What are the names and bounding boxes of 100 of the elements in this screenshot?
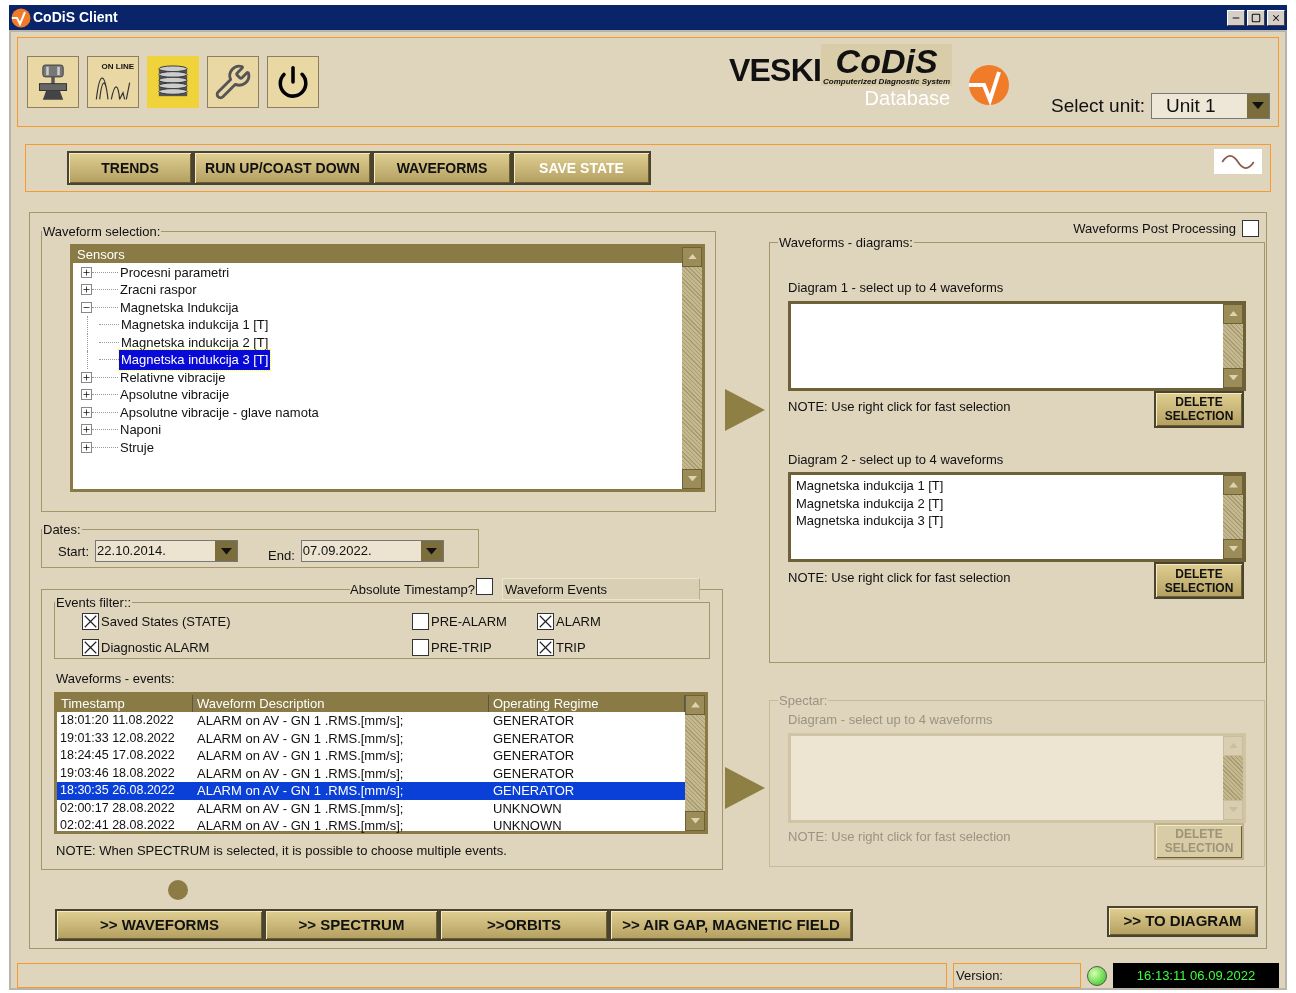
expand-toggle[interactable] bbox=[81, 406, 92, 418]
absolute-timestamp-label: Absolute Timestamp? bbox=[350, 580, 475, 599]
tree-item[interactable]: Magnetska Indukcija bbox=[118, 297, 241, 317]
waveform-events-tab[interactable]: Waveform Events bbox=[502, 578, 700, 601]
tool-button[interactable] bbox=[27, 56, 79, 108]
table-row[interactable]: 18:24:45 17.08.2022 ALARM on AV - GN 1 .RMS.[mm/s]; GENERATOR bbox=[57, 747, 685, 765]
tool-button[interactable]: ON LINE bbox=[87, 56, 139, 108]
expand-toggle[interactable] bbox=[81, 389, 92, 401]
table-cell-text: GENERATOR bbox=[492, 747, 576, 765]
sine-wave-icon bbox=[1219, 154, 1257, 169]
table-cell-text: 18:24:45 17.08.2022 bbox=[59, 747, 176, 764]
minimize-button[interactable] bbox=[1227, 9, 1245, 26]
table-row[interactable]: 18:01:20 11.08.2022 ALARM on AV - GN 1 .RMS.[mm/s]; GENERATOR bbox=[57, 712, 685, 730]
action-button[interactable]: >>ORBITS bbox=[439, 909, 609, 941]
events-note: NOTE: When SPECTRUM is selected, it is possible to choose multiple events. bbox=[56, 842, 508, 860]
window-title: CoDiS Client bbox=[33, 8, 118, 27]
nav-button[interactable]: TRENDS bbox=[67, 151, 193, 185]
tree-item[interactable]: Magnetska indukcija 3 [T] bbox=[119, 350, 271, 370]
list-item[interactable]: Magnetska indukcija 1 [T] bbox=[796, 476, 1223, 494]
table-cell-text: UNKNOWN bbox=[492, 817, 563, 835]
checkbox[interactable] bbox=[82, 638, 99, 656]
scrollbar[interactable] bbox=[685, 695, 705, 831]
checkbox[interactable] bbox=[412, 638, 429, 656]
tree-item[interactable]: Naponi bbox=[118, 420, 164, 440]
plus-icon bbox=[82, 285, 91, 295]
action-button[interactable]: >> AIR GAP, MAGNETIC FIELD bbox=[609, 909, 853, 941]
scroll-down-arrow-icon bbox=[1228, 374, 1238, 381]
group-title: Waveform selection: bbox=[42, 223, 162, 241]
tree-item[interactable]: Struje bbox=[118, 437, 156, 457]
checkbox[interactable] bbox=[476, 578, 493, 595]
table-cell-text: 19:03:46 18.08.2022 bbox=[59, 764, 176, 782]
diagram-list[interactable] bbox=[788, 300, 1246, 391]
checkbox[interactable] bbox=[537, 638, 554, 656]
expand-toggle[interactable] bbox=[81, 424, 92, 436]
tree-item[interactable]: Apsolutne vibracije - glave namota bbox=[118, 402, 321, 422]
events-title: Waveforms - events: bbox=[56, 669, 176, 688]
checkbox[interactable] bbox=[1242, 220, 1259, 238]
arrow-right-icon bbox=[725, 767, 765, 809]
expand-toggle[interactable] bbox=[81, 371, 92, 383]
table-cell-text: GENERATOR bbox=[492, 712, 576, 730]
module-name: Database bbox=[864, 88, 951, 108]
expand-toggle[interactable] bbox=[81, 284, 92, 296]
checkbox[interactable] bbox=[412, 613, 429, 631]
action-button[interactable]: >> WAVEFORMS bbox=[55, 909, 264, 941]
checkbox[interactable] bbox=[537, 613, 554, 631]
plus-icon bbox=[82, 372, 91, 382]
scrollbar[interactable] bbox=[1223, 303, 1243, 388]
tree-item[interactable]: Apsolutne vibracije bbox=[118, 385, 232, 405]
waveform-button[interactable] bbox=[1214, 149, 1262, 174]
tree-header: Sensors bbox=[73, 246, 682, 263]
to-diagram-button[interactable]: >> TO DIAGRAM bbox=[1107, 906, 1258, 937]
table-row[interactable]: 18:30:35 26.08.2022 ALARM on AV - GN 1 .RMS.[mm/s]; GENERATOR bbox=[57, 782, 685, 800]
clock-display: 16:13:11 06.09.2022 bbox=[1113, 963, 1279, 988]
plus-icon bbox=[82, 425, 91, 435]
delete-selection-button[interactable]: DELETE SELECTION bbox=[1154, 562, 1244, 599]
column-header[interactable]: Timestamp bbox=[57, 695, 193, 712]
list-item[interactable]: Magnetska indukcija 2 [T] bbox=[796, 493, 1223, 511]
delete-selection-button[interactable]: DELETE SELECTION bbox=[1154, 390, 1244, 428]
maximize-button[interactable] bbox=[1247, 9, 1265, 26]
diagram-label: Diagram 2 - select up to 4 waveforms bbox=[788, 450, 1005, 469]
expand-toggle[interactable] bbox=[81, 266, 92, 278]
collapse-toggle[interactable] bbox=[81, 301, 92, 313]
close-button[interactable] bbox=[1267, 9, 1285, 26]
start-date-dropdown[interactable]: 22.10.2014. bbox=[95, 540, 239, 563]
diagram-label: Diagram - select up to 4 waveforms bbox=[788, 711, 994, 729]
tree-item[interactable]: Magnetska indukcija 1 [T] bbox=[119, 315, 271, 335]
diagram-note: NOTE: Use right click for fast selection bbox=[788, 569, 1011, 587]
plus-icon bbox=[82, 442, 91, 452]
nav-button[interactable]: RUN UP/COAST DOWN bbox=[193, 151, 372, 185]
table-cell-text: UNKNOWN bbox=[492, 799, 563, 817]
unit-dropdown[interactable]: Unit 1 bbox=[1151, 92, 1270, 119]
scrollbar[interactable] bbox=[1223, 475, 1243, 559]
filter-option-label: TRIP bbox=[556, 638, 586, 657]
column-header[interactable]: Waveform Description bbox=[193, 695, 489, 712]
tree-item[interactable]: Relativne vibracije bbox=[118, 367, 228, 387]
tool-button[interactable] bbox=[267, 56, 319, 108]
table-row[interactable]: 02:02:41 28.08.2022 ALARM on AV - GN 1 .RMS.[mm/s]; UNKNOWN bbox=[57, 817, 685, 835]
database-icon bbox=[156, 65, 190, 99]
expand-toggle[interactable] bbox=[81, 441, 92, 453]
diagram-list[interactable]: Magnetska indukcija 1 [T] Magnetska indukcija 2 [T] Magnetska indukcija 3 [T] bbox=[788, 472, 1246, 562]
end-date-dropdown[interactable]: 07.09.2022. bbox=[300, 540, 444, 563]
table-cell-text: ALARM on AV - GN 1 .RMS.[mm/s]; bbox=[196, 817, 405, 835]
table-cell-text: 02:00:17 28.08.2022 bbox=[59, 799, 176, 817]
scroll-down-arrow-icon bbox=[687, 475, 697, 482]
scrollbar[interactable] bbox=[682, 246, 702, 489]
filter-option-label: ALARM bbox=[556, 613, 601, 631]
logo-mark-icon bbox=[968, 64, 1011, 106]
checkbox[interactable] bbox=[82, 613, 99, 631]
table-cell-text: ALARM on AV - GN 1 .RMS.[mm/s]; bbox=[196, 782, 405, 800]
logo-tagline: Computerized Diagnostic System bbox=[823, 78, 951, 86]
list-item[interactable]: Magnetska indukcija 3 [T] bbox=[796, 511, 1223, 529]
tree-item[interactable]: Procesni parametri bbox=[118, 262, 232, 282]
table-row[interactable]: 19:01:33 12.08.2022 ALARM on AV - GN 1 .RMS.[mm/s]; GENERATOR bbox=[57, 729, 685, 747]
table-row[interactable]: 02:00:17 28.08.2022 ALARM on AV - GN 1 .RMS.[mm/s]; UNKNOWN bbox=[57, 799, 685, 817]
tree-item[interactable]: Zracni raspor bbox=[118, 280, 199, 300]
nav-button[interactable]: WAVEFORMS bbox=[372, 151, 512, 185]
table-row[interactable]: 19:03:46 18.08.2022 ALARM on AV - GN 1 .RMS.[mm/s]; GENERATOR bbox=[57, 764, 685, 782]
action-button[interactable]: >> SPECTRUM bbox=[264, 909, 439, 941]
diagram-note: NOTE: Use right click for fast selection bbox=[788, 397, 1011, 416]
table-cell-text: 18:01:20 11.08.2022 bbox=[59, 712, 175, 729]
